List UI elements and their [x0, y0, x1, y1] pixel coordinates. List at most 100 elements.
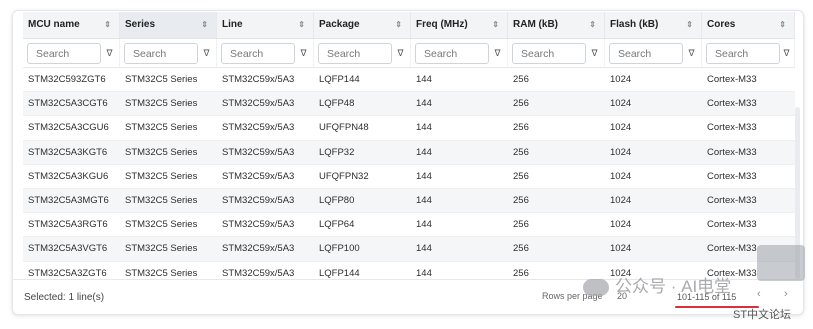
previous-page-icon[interactable]: ‹: [757, 288, 761, 300]
sort-icon[interactable]: ⇕: [298, 12, 305, 38]
filter-cell: ∇: [411, 39, 508, 67]
table-cell: STM32C5A3VGT6: [28, 243, 108, 255]
column-header[interactable]: Series ⇕: [120, 12, 217, 38]
filter-icon[interactable]: ∇: [491, 43, 504, 64]
table-cell: LQFP100: [319, 243, 360, 255]
table-row[interactable]: STM32C5A3VGT6 STM32C5 Series STM32C59x/5A3…: [23, 237, 795, 262]
table-cell: Cortex-M33: [707, 98, 757, 110]
column-search-input[interactable]: [706, 43, 780, 64]
table-cell: 1024: [610, 170, 632, 182]
table-row[interactable]: STM32C5A3MGT6 STM32C5 Series STM32C59x/5A3…: [23, 188, 795, 214]
column-header[interactable]: Package ⇕: [314, 12, 411, 38]
column-header[interactable]: RAM (kB) ⇕: [508, 12, 605, 38]
sort-icon[interactable]: ⇕: [686, 12, 693, 38]
table-cell: 1024: [610, 219, 632, 231]
table-cell: STM32C59x/5A3: [222, 170, 295, 182]
table-cell: 256: [513, 146, 529, 158]
watermark-text: 公众号 · AI电堂: [615, 277, 732, 296]
table-cell: STM32C5A3KGT6: [28, 146, 108, 158]
table-cell: 256: [513, 98, 529, 110]
table-cell: 256: [513, 74, 529, 85]
filter-icon[interactable]: ∇: [394, 43, 407, 64]
column-header-label: MCU name: [28, 19, 80, 30]
column-header-label: Package: [319, 19, 360, 30]
mcu-grid: MCU name ⇕ Series ⇕ Line ⇕ Package ⇕ Freq (MHz) ⇕…: [23, 12, 795, 286]
table-cell: STM32C5 Series: [125, 74, 198, 85]
column-header-label: Freq (MHz): [416, 19, 468, 30]
table-cell: LQFP80: [319, 194, 355, 206]
table-cell: STM32C59x/5A3: [222, 219, 295, 231]
watermark: 公众号 · AI电堂: [583, 272, 731, 297]
table-row[interactable]: STM32C593ZGT6 STM32C5 Series STM32C59x/5A3…: [23, 68, 795, 93]
column-header-label: Series: [125, 19, 156, 30]
sort-icon[interactable]: ⇕: [104, 12, 111, 38]
column-search-input[interactable]: [27, 43, 101, 64]
sort-icon[interactable]: ⇕: [201, 12, 208, 38]
column-header[interactable]: MCU name ⇕: [23, 12, 120, 38]
table-cell: 256: [513, 170, 529, 182]
table-body: STM32C593ZGT6 STM32C5 Series STM32C59x/5A3…: [23, 68, 795, 286]
table-cell: STM32C5A3KGU6: [28, 170, 109, 182]
column-search-input[interactable]: [609, 43, 683, 64]
column-header[interactable]: Line ⇕: [217, 12, 314, 38]
table-cell: 144: [416, 243, 432, 255]
column-header-label: Flash (kB): [610, 19, 659, 30]
table-cell: LQFP32: [319, 146, 355, 158]
table-cell: STM32C59x/5A3: [222, 243, 295, 255]
sort-icon[interactable]: ⇕: [589, 12, 596, 38]
table-cell: Cortex-M33: [707, 74, 757, 85]
table-cell: Cortex-M33: [707, 146, 757, 158]
filter-icon[interactable]: ∇: [588, 43, 601, 64]
table-cell: STM32C5 Series: [125, 219, 198, 231]
sort-icon[interactable]: ⇕: [779, 12, 786, 38]
watermark-block: [757, 245, 805, 281]
table-cell: STM32C5 Series: [125, 146, 198, 158]
table-cell: UFQFPN32: [319, 170, 369, 182]
table-cell: STM32C5A3MGT6: [28, 194, 109, 206]
table-cell: 1024: [610, 98, 632, 110]
table-cell: 144: [416, 219, 432, 231]
filter-cell: ∇: [508, 39, 605, 67]
table-cell: 144: [416, 194, 432, 206]
table-row[interactable]: STM32C5A3CGU6 STM32C5 Series STM32C59x/5A3…: [23, 116, 795, 141]
table-cell: STM32C5 Series: [125, 98, 198, 110]
column-search-input[interactable]: [512, 43, 586, 64]
table-cell: STM32C5A3RGT6: [28, 219, 108, 231]
filter-icon[interactable]: ∇: [782, 43, 791, 64]
column-search-input[interactable]: [318, 43, 392, 64]
sort-icon[interactable]: ⇕: [492, 12, 499, 38]
table-row[interactable]: STM32C5A3CGT6 STM32C5 Series STM32C59x/5A3…: [23, 92, 795, 117]
table-row[interactable]: STM32C5A3KGT6 STM32C5 Series STM32C59x/5A3…: [23, 140, 795, 165]
table-cell: STM32C59x/5A3: [222, 194, 295, 206]
table-cell: LQFP64: [319, 219, 355, 231]
table-cell: 256: [513, 243, 529, 255]
column-search-input[interactable]: [221, 43, 295, 64]
column-header[interactable]: Cores ⇕: [702, 12, 795, 38]
filter-row: ∇ ∇ ∇ ∇ ∇ ∇ ∇ ∇: [23, 39, 795, 68]
table-row[interactable]: STM32C5A3KGU6 STM32C5 Series STM32C59x/5A3…: [23, 165, 795, 189]
table-cell: STM32C5 Series: [125, 243, 198, 255]
column-header-label: Cores: [707, 19, 736, 30]
column-search-input[interactable]: [124, 43, 198, 64]
sort-icon[interactable]: ⇕: [395, 12, 402, 38]
table-cell: STM32C593ZGT6: [28, 74, 106, 85]
table-cell: 256: [513, 194, 529, 206]
table-cell: STM32C5 Series: [125, 194, 198, 206]
filter-cell: ∇: [217, 39, 314, 67]
filter-icon[interactable]: ∇: [685, 43, 698, 64]
column-header[interactable]: Flash (kB) ⇕: [605, 12, 702, 38]
column-search-input[interactable]: [415, 43, 489, 64]
filter-icon[interactable]: ∇: [103, 43, 116, 64]
table-cell: LQFP48: [319, 98, 355, 110]
table-row[interactable]: STM32C5A3RGT6 STM32C5 Series STM32C59x/5A3…: [23, 213, 795, 238]
table-cell: UFQFPN48: [319, 122, 369, 134]
filter-cell: ∇: [702, 39, 795, 67]
next-page-icon[interactable]: ›: [784, 288, 788, 300]
filter-icon[interactable]: ∇: [200, 43, 213, 64]
table-cell: STM32C5A3CGU6: [28, 122, 109, 134]
table-cell: Cortex-M33: [707, 122, 757, 134]
filter-icon[interactable]: ∇: [297, 43, 310, 64]
filter-cell: ∇: [120, 39, 217, 67]
table-cell: STM32C59x/5A3: [222, 146, 295, 158]
column-header[interactable]: Freq (MHz) ⇕: [411, 12, 508, 38]
